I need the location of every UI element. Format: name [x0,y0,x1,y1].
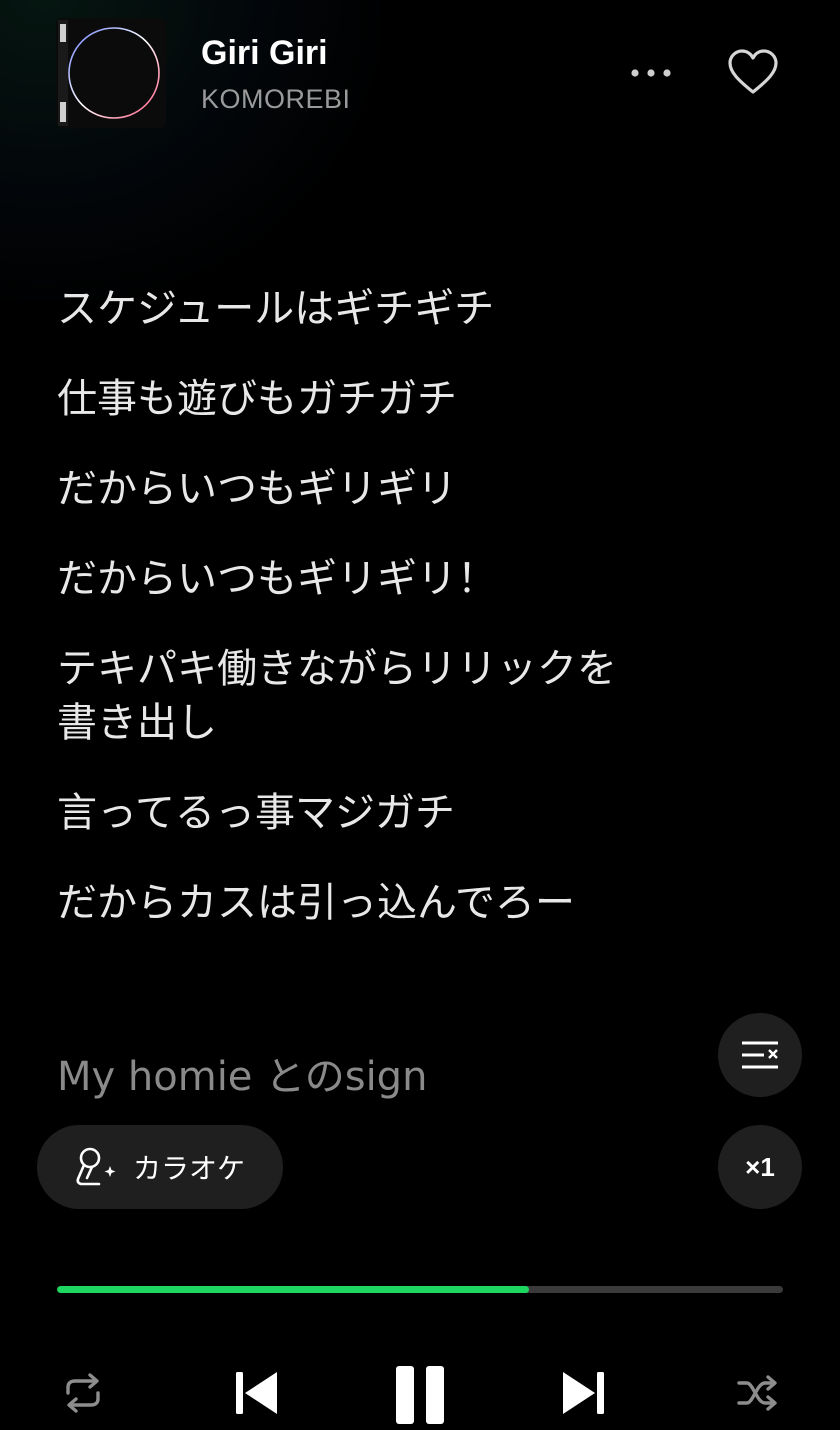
pause-button[interactable] [390,1360,450,1430]
track-title[interactable]: Giri Giri [201,34,328,73]
album-cover[interactable] [56,18,166,128]
more-horizontal-icon [631,69,671,77]
hide-lyrics-button[interactable] [718,1013,802,1097]
lyrics-list: スケジュールはギチギチ 仕事も遊びもガチガチ だからいつもギリギリ だからいつも… [57,282,757,966]
track-artist[interactable]: KOMOREBI [201,84,351,115]
karaoke-mic-sparkle-icon [76,1147,116,1186]
playback-progress-fill [57,1286,529,1293]
playback-speed-button[interactable]: ×1 [718,1125,802,1209]
lyric-line[interactable]: だからカスは引っ込んでろー [57,876,757,930]
heart-outline-icon [728,49,778,94]
repeat-icon [66,1373,100,1413]
like-button[interactable] [726,48,780,98]
more-options-button[interactable] [626,58,676,88]
playback-speed-label: ×1 [745,1151,775,1182]
album-ring-icon [56,18,166,128]
next-track-button[interactable] [556,1365,612,1421]
skip-previous-icon [236,1372,277,1414]
repeat-button[interactable] [58,1368,108,1418]
lyric-line[interactable]: だからいつもギリギリ [57,462,757,516]
playback-progress-bar[interactable] [57,1286,783,1293]
now-playing-header: Giri Giri KOMOREBI [56,18,796,130]
lyric-line[interactable]: 仕事も遊びもガチガチ [57,372,757,426]
lyric-line[interactable]: スケジュールはギチギチ [57,282,757,336]
karaoke-button[interactable]: カラオケ [37,1125,283,1209]
karaoke-label: カラオケ [133,1152,246,1185]
pause-icon [396,1366,444,1424]
shuffle-button[interactable] [733,1368,783,1418]
upcoming-lyric-line[interactable]: My homie とのsign [57,1050,427,1104]
shuffle-icon [737,1375,777,1411]
skip-next-icon [563,1372,604,1414]
lyrics-screen: Giri Giri KOMOREBI スケジュールはギチギチ 仕事も遊びもガチガ… [0,0,840,1430]
lyrics-close-icon [742,1041,778,1069]
previous-track-button[interactable] [228,1365,284,1421]
lyric-line[interactable]: だからいつもギリギリ！ [57,552,757,606]
lyric-line[interactable]: テキパキ働きながらリリックを 書き出し [57,642,757,750]
lyric-line[interactable]: 言ってるっ事マジガチ [57,786,757,840]
